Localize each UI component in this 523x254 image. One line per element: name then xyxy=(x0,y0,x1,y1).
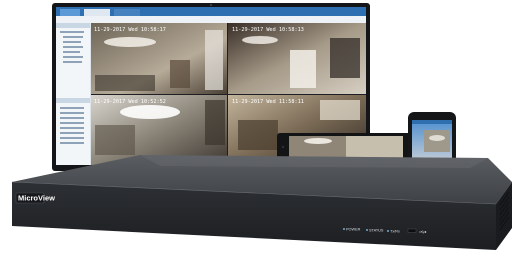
webcam-icon xyxy=(209,3,213,7)
tree-item[interactable] xyxy=(63,51,80,53)
nvr-recorder: MicroView POWER STATUS Tx/Rx xyxy=(11,155,512,250)
status-label: STATUS xyxy=(369,229,384,233)
product-scene: 11-29-2017 Wed 10:58:17 11-29-2017 Wed 1… xyxy=(11,3,512,250)
camera-timestamp: 11-29-2017 Wed 10:58:13 xyxy=(232,27,304,33)
preset-item[interactable] xyxy=(60,107,84,109)
tree-item[interactable] xyxy=(63,41,81,43)
device-tree-header xyxy=(56,23,90,28)
preset-item[interactable] xyxy=(60,142,84,144)
camera-timestamp: 11-29-2017 Wed 10:52:52 xyxy=(94,99,166,105)
app-toolbar xyxy=(56,16,366,23)
preset-item[interactable] xyxy=(60,122,84,124)
power-label: POWER xyxy=(346,228,361,232)
tree-item[interactable] xyxy=(63,36,83,38)
tree-item[interactable] xyxy=(60,31,84,33)
txrx-label: Tx/Rx xyxy=(390,230,400,234)
app-tab-2[interactable] xyxy=(84,9,110,16)
ptz-panel-header xyxy=(56,98,90,103)
nvr-brand-logo: MicroView xyxy=(15,192,55,204)
power-led-icon xyxy=(343,228,345,230)
status-led-icon xyxy=(366,229,368,231)
preset-item[interactable] xyxy=(60,132,84,134)
preset-item[interactable] xyxy=(60,137,84,139)
preset-item[interactable] xyxy=(60,112,84,114)
app-tab-1[interactable] xyxy=(60,9,80,16)
camera-timestamp: 11-29-2017 Wed 10:58:17 xyxy=(94,27,166,33)
preset-item[interactable] xyxy=(60,117,84,119)
tablet-camera-icon xyxy=(281,145,285,149)
usb-port[interactable] xyxy=(407,228,417,233)
camera-view-1[interactable]: 11-29-2017 Wed 10:58:17 xyxy=(91,23,227,94)
camera-timestamp: 11-29-2017 Wed 11:58:11 xyxy=(232,99,304,105)
brand-name: MicroView xyxy=(18,194,55,203)
txrx-led-icon xyxy=(387,230,389,232)
tree-item[interactable] xyxy=(63,46,83,48)
camera-view-3[interactable]: 11-29-2017 Wed 10:52:52 xyxy=(91,95,227,165)
tree-item[interactable] xyxy=(63,56,83,58)
tree-item[interactable] xyxy=(63,61,82,63)
preset-item[interactable] xyxy=(60,127,84,129)
camera-view-2[interactable]: 11-29-2017 Wed 10:58:13 xyxy=(228,23,366,94)
app-tab-3[interactable] xyxy=(114,9,140,16)
